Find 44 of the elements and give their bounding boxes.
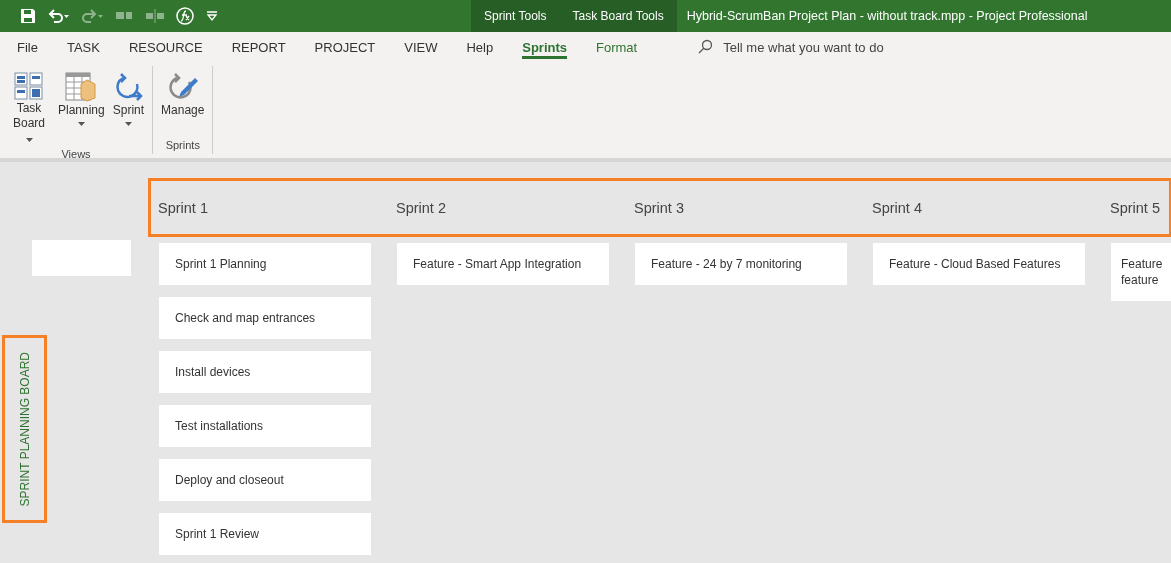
task-card[interactable]: Feature feature	[1111, 243, 1171, 301]
ribbon-button[interactable]: Task Board	[6, 70, 52, 148]
formula-icon[interactable]	[176, 7, 194, 25]
ribbon-tab[interactable]: PROJECT	[305, 32, 385, 62]
ribbon-button[interactable]: Manage	[159, 70, 207, 139]
task-card[interactable]: Sprint 1 Review	[159, 513, 371, 555]
ribbon-tab[interactable]: REPORT	[222, 32, 295, 62]
ribbon-tab[interactable]: TASK	[57, 32, 109, 62]
context-tab-label: Task Board Tools	[559, 0, 677, 32]
task-card[interactable]: Install devices	[159, 351, 371, 393]
cycle-arrow-icon	[113, 72, 144, 102]
window-title: Hybrid-ScrumBan Project Plan - without track.mpp - Project Professional	[685, 9, 1088, 23]
ribbon-button[interactable]: Planning	[56, 70, 107, 148]
ribbon-tab[interactable]: File	[8, 32, 47, 62]
sprint-title: Sprint 1	[158, 200, 209, 218]
ribbon-tab[interactable]: Sprints	[513, 32, 577, 62]
ribbon-tab[interactable]: VIEW	[395, 32, 447, 62]
board-icon	[14, 72, 44, 100]
context-tab-label: Sprint Tools	[471, 0, 560, 32]
ribbon-tab[interactable]: Format	[587, 32, 647, 62]
task-card[interactable]: Feature - 24 by 7 monitoring	[635, 243, 847, 285]
ribbon-tab[interactable]: Help	[457, 32, 503, 62]
save-icon[interactable]	[20, 8, 36, 24]
ribbon-button[interactable]: Sprint	[110, 70, 147, 148]
table-icon	[65, 72, 98, 102]
group-label: Views	[61, 148, 91, 162]
task-card[interactable]: Sprint 1 Planning	[159, 243, 371, 285]
ribbon-tab[interactable]: RESOURCE	[119, 32, 212, 62]
tell-me-field[interactable]: Tell me what you want to do	[723, 39, 884, 55]
task-card[interactable]: Feature - Cloud Based Features	[873, 243, 1085, 285]
sprint-title: Sprint 4	[872, 200, 923, 218]
undo-icon[interactable]	[48, 9, 70, 23]
group-label: Sprints	[165, 139, 200, 153]
search-icon	[697, 39, 714, 55]
task-card[interactable]: Deploy and closeout	[159, 459, 371, 501]
sprint-title: Sprint 3	[634, 200, 685, 218]
cycle-pencil-icon	[166, 72, 199, 102]
board-label: SPRINT PLANNING BOARD	[17, 351, 32, 507]
sprint-title: Sprint 5	[1110, 200, 1161, 218]
sprint-title: Sprint 2	[396, 200, 447, 218]
task-card[interactable]: Feature - Smart App Integration	[397, 243, 609, 285]
task-card[interactable]: Check and map entrances	[159, 297, 371, 339]
task-card[interactable]: Test installations	[159, 405, 371, 447]
customize-icon[interactable]	[206, 10, 218, 22]
